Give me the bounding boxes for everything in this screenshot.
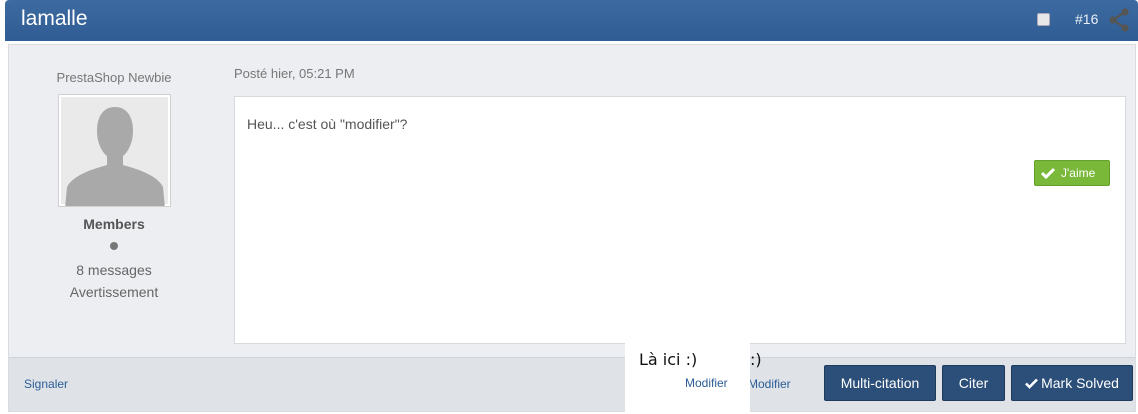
- author-warning: Avertissement: [69, 284, 159, 300]
- select-post-checkbox[interactable]: [1037, 13, 1050, 26]
- annotation-text: Là ici :): [639, 350, 698, 369]
- post-message: Heu... c'est où "modifier"?: [247, 116, 408, 132]
- check-icon: [1041, 167, 1055, 179]
- avatar[interactable]: [58, 94, 171, 207]
- like-button[interactable]: J'aime: [1034, 160, 1110, 186]
- check-icon: [1025, 378, 1039, 389]
- author-group: Members: [83, 216, 145, 232]
- edit-link[interactable]: Modifier: [748, 377, 791, 391]
- multi-quote-button[interactable]: Multi-citation: [824, 365, 936, 401]
- report-link[interactable]: Signaler: [24, 377, 68, 391]
- post-date: Posté hier, 05:21 PM: [234, 66, 355, 81]
- post-number-link[interactable]: #16: [1075, 11, 1098, 27]
- post-content: Heu... c'est où "modifier"? J'aime: [234, 96, 1126, 344]
- post-header: lamalle #16: [5, 0, 1138, 41]
- author-message-count: 8 messages: [76, 262, 152, 278]
- default-avatar-icon: [65, 107, 165, 206]
- mark-solved-label: Mark Solved: [1041, 375, 1119, 391]
- post-container: PrestaShop Newbie Members 8 messages Ave…: [8, 44, 1136, 412]
- mark-solved-button[interactable]: Mark Solved: [1011, 365, 1133, 401]
- share-icon[interactable]: [1108, 8, 1130, 32]
- like-label: J'aime: [1061, 166, 1096, 180]
- quote-button[interactable]: Citer: [942, 365, 1005, 401]
- edit-link-annotated[interactable]: Modifier: [685, 376, 728, 390]
- annotation-text-2: :): [750, 350, 762, 369]
- online-status-dot: [110, 242, 118, 250]
- author-rank: PrestaShop Newbie: [56, 70, 172, 85]
- post-author-username[interactable]: lamalle: [21, 7, 88, 31]
